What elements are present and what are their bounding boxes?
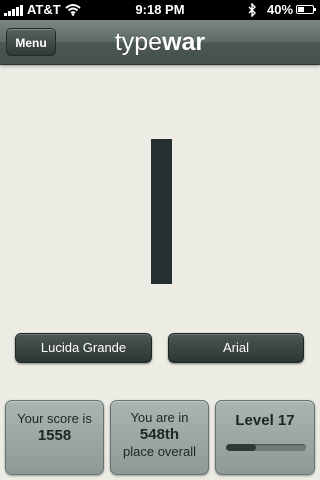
rank-value: 548th [139, 426, 180, 443]
status-bar: AT&T 9:18 PM 40% [0, 0, 320, 20]
rank-suffix: place overall [123, 444, 196, 459]
battery-percent: 40% [267, 2, 294, 17]
navigation-bar: Menu typewar [0, 20, 320, 65]
font-choice-arial[interactable]: Arial [168, 333, 304, 363]
score-label: Your score is [17, 411, 92, 426]
bluetooth-icon [248, 2, 257, 20]
level-progress-fill [226, 444, 257, 451]
font-choice-lucida-grande[interactable]: Lucida Grande [15, 333, 152, 363]
level-panel: Level 17 [215, 400, 315, 475]
rank-panel: You are in 548th place overall [110, 400, 209, 475]
app-title-bold: war [162, 28, 206, 56]
score-panel: Your score is 1558 [5, 400, 104, 475]
score-value: 1558 [37, 427, 72, 444]
app-title-light: type [114, 28, 163, 56]
rank-label: You are in [130, 410, 189, 425]
level-label: Level 17 [235, 412, 295, 429]
level-progress-bar [226, 444, 306, 451]
app-title: typewar [0, 27, 320, 57]
letter-glyph [151, 139, 172, 284]
battery-icon [296, 5, 316, 14]
